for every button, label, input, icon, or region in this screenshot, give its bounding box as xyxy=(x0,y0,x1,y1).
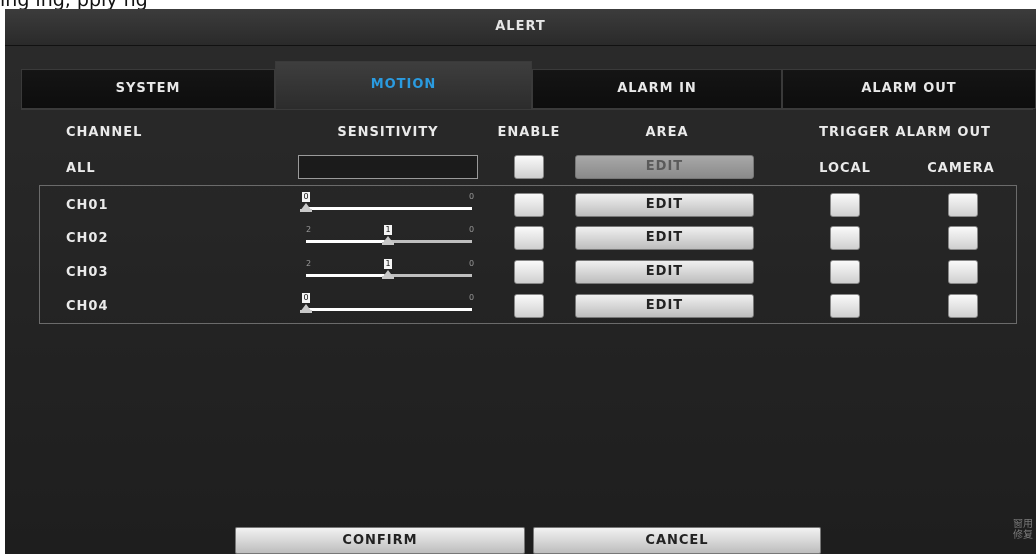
slider-min-tick: 2 xyxy=(306,259,312,268)
area-edit-button-ch02[interactable]: EDIT xyxy=(575,226,754,250)
header-camera: CAMERA xyxy=(927,161,995,176)
slider-value: 1 xyxy=(384,225,392,235)
slider-value: 0 xyxy=(302,293,310,303)
sensitivity-slider-ch04[interactable]: 0 0 xyxy=(300,293,476,317)
all-sensitivity-input[interactable] xyxy=(298,155,478,179)
local-checkbox-ch02[interactable] xyxy=(830,226,860,250)
camera-checkbox-ch03[interactable] xyxy=(948,260,978,284)
slider-thumb-base xyxy=(300,209,312,212)
header-sensitivity: SENSITIVITY xyxy=(337,125,439,140)
cancel-button[interactable]: CANCEL xyxy=(533,527,821,554)
sensitivity-slider-ch02[interactable]: 2 1 0 xyxy=(300,225,476,249)
slider-fill xyxy=(306,274,384,277)
slider-value: 1 xyxy=(384,259,392,269)
enable-checkbox-ch03[interactable] xyxy=(514,260,544,284)
channel-label-ch02: CH02 xyxy=(66,231,109,246)
enable-checkbox-ch01[interactable] xyxy=(514,193,544,217)
channel-label-ch04: CH04 xyxy=(66,299,109,314)
corner-watermark-text: 窗用 修复 xyxy=(1013,519,1033,541)
tab-alarm-out[interactable]: ALARM OUT xyxy=(782,69,1036,109)
camera-checkbox-ch01[interactable] xyxy=(948,193,978,217)
confirm-button[interactable]: CONFIRM xyxy=(235,527,525,554)
channel-label-ch03: CH03 xyxy=(66,265,109,280)
tab-system[interactable]: SYSTEM xyxy=(21,69,275,109)
tab-alarm-in[interactable]: ALARM IN xyxy=(532,69,782,109)
slider-thumb-base xyxy=(382,276,394,279)
header-local: LOCAL xyxy=(819,161,871,176)
camera-checkbox-ch04[interactable] xyxy=(948,294,978,318)
enable-checkbox-ch02[interactable] xyxy=(514,226,544,250)
slider-max-tick: 0 xyxy=(469,259,475,268)
sensitivity-slider-ch03[interactable]: 2 1 0 xyxy=(300,259,476,283)
slider-fill xyxy=(306,207,472,210)
slider-max-tick: 0 xyxy=(469,192,475,201)
slider-fill xyxy=(306,308,472,311)
local-checkbox-ch03[interactable] xyxy=(830,260,860,284)
camera-checkbox-ch02[interactable] xyxy=(948,226,978,250)
all-row-label: ALL xyxy=(66,161,96,176)
slider-thumb-base xyxy=(382,242,394,245)
enable-checkbox-ch04[interactable] xyxy=(514,294,544,318)
local-checkbox-ch01[interactable] xyxy=(830,193,860,217)
all-enable-checkbox[interactable] xyxy=(514,155,544,179)
sensitivity-slider-ch01[interactable]: 0 0 xyxy=(300,192,476,216)
tab-bar: SYSTEM MOTION ALARM IN ALARM OUT xyxy=(21,61,1036,109)
slider-thumb-base xyxy=(300,310,312,313)
slider-fill xyxy=(306,240,384,243)
slider-min-tick: 2 xyxy=(306,225,312,234)
slider-max-tick: 0 xyxy=(469,293,475,302)
header-channel: CHANNEL xyxy=(66,125,143,140)
header-trigger-alarm-out: TRIGGER ALARM OUT xyxy=(819,125,991,140)
channel-label-ch01: CH01 xyxy=(66,198,109,213)
all-area-edit-button[interactable]: EDIT xyxy=(575,155,754,179)
area-edit-button-ch04[interactable]: EDIT xyxy=(575,294,754,318)
area-edit-button-ch03[interactable]: EDIT xyxy=(575,260,754,284)
slider-max-tick: 0 xyxy=(469,225,475,234)
slider-value: 0 xyxy=(302,192,310,202)
tab-motion[interactable]: MOTION xyxy=(275,61,532,109)
area-edit-button-ch01[interactable]: EDIT xyxy=(575,193,754,217)
header-area: AREA xyxy=(645,125,689,140)
header-enable: ENABLE xyxy=(497,125,561,140)
window-title: ALERT xyxy=(5,9,1036,46)
local-checkbox-ch04[interactable] xyxy=(830,294,860,318)
